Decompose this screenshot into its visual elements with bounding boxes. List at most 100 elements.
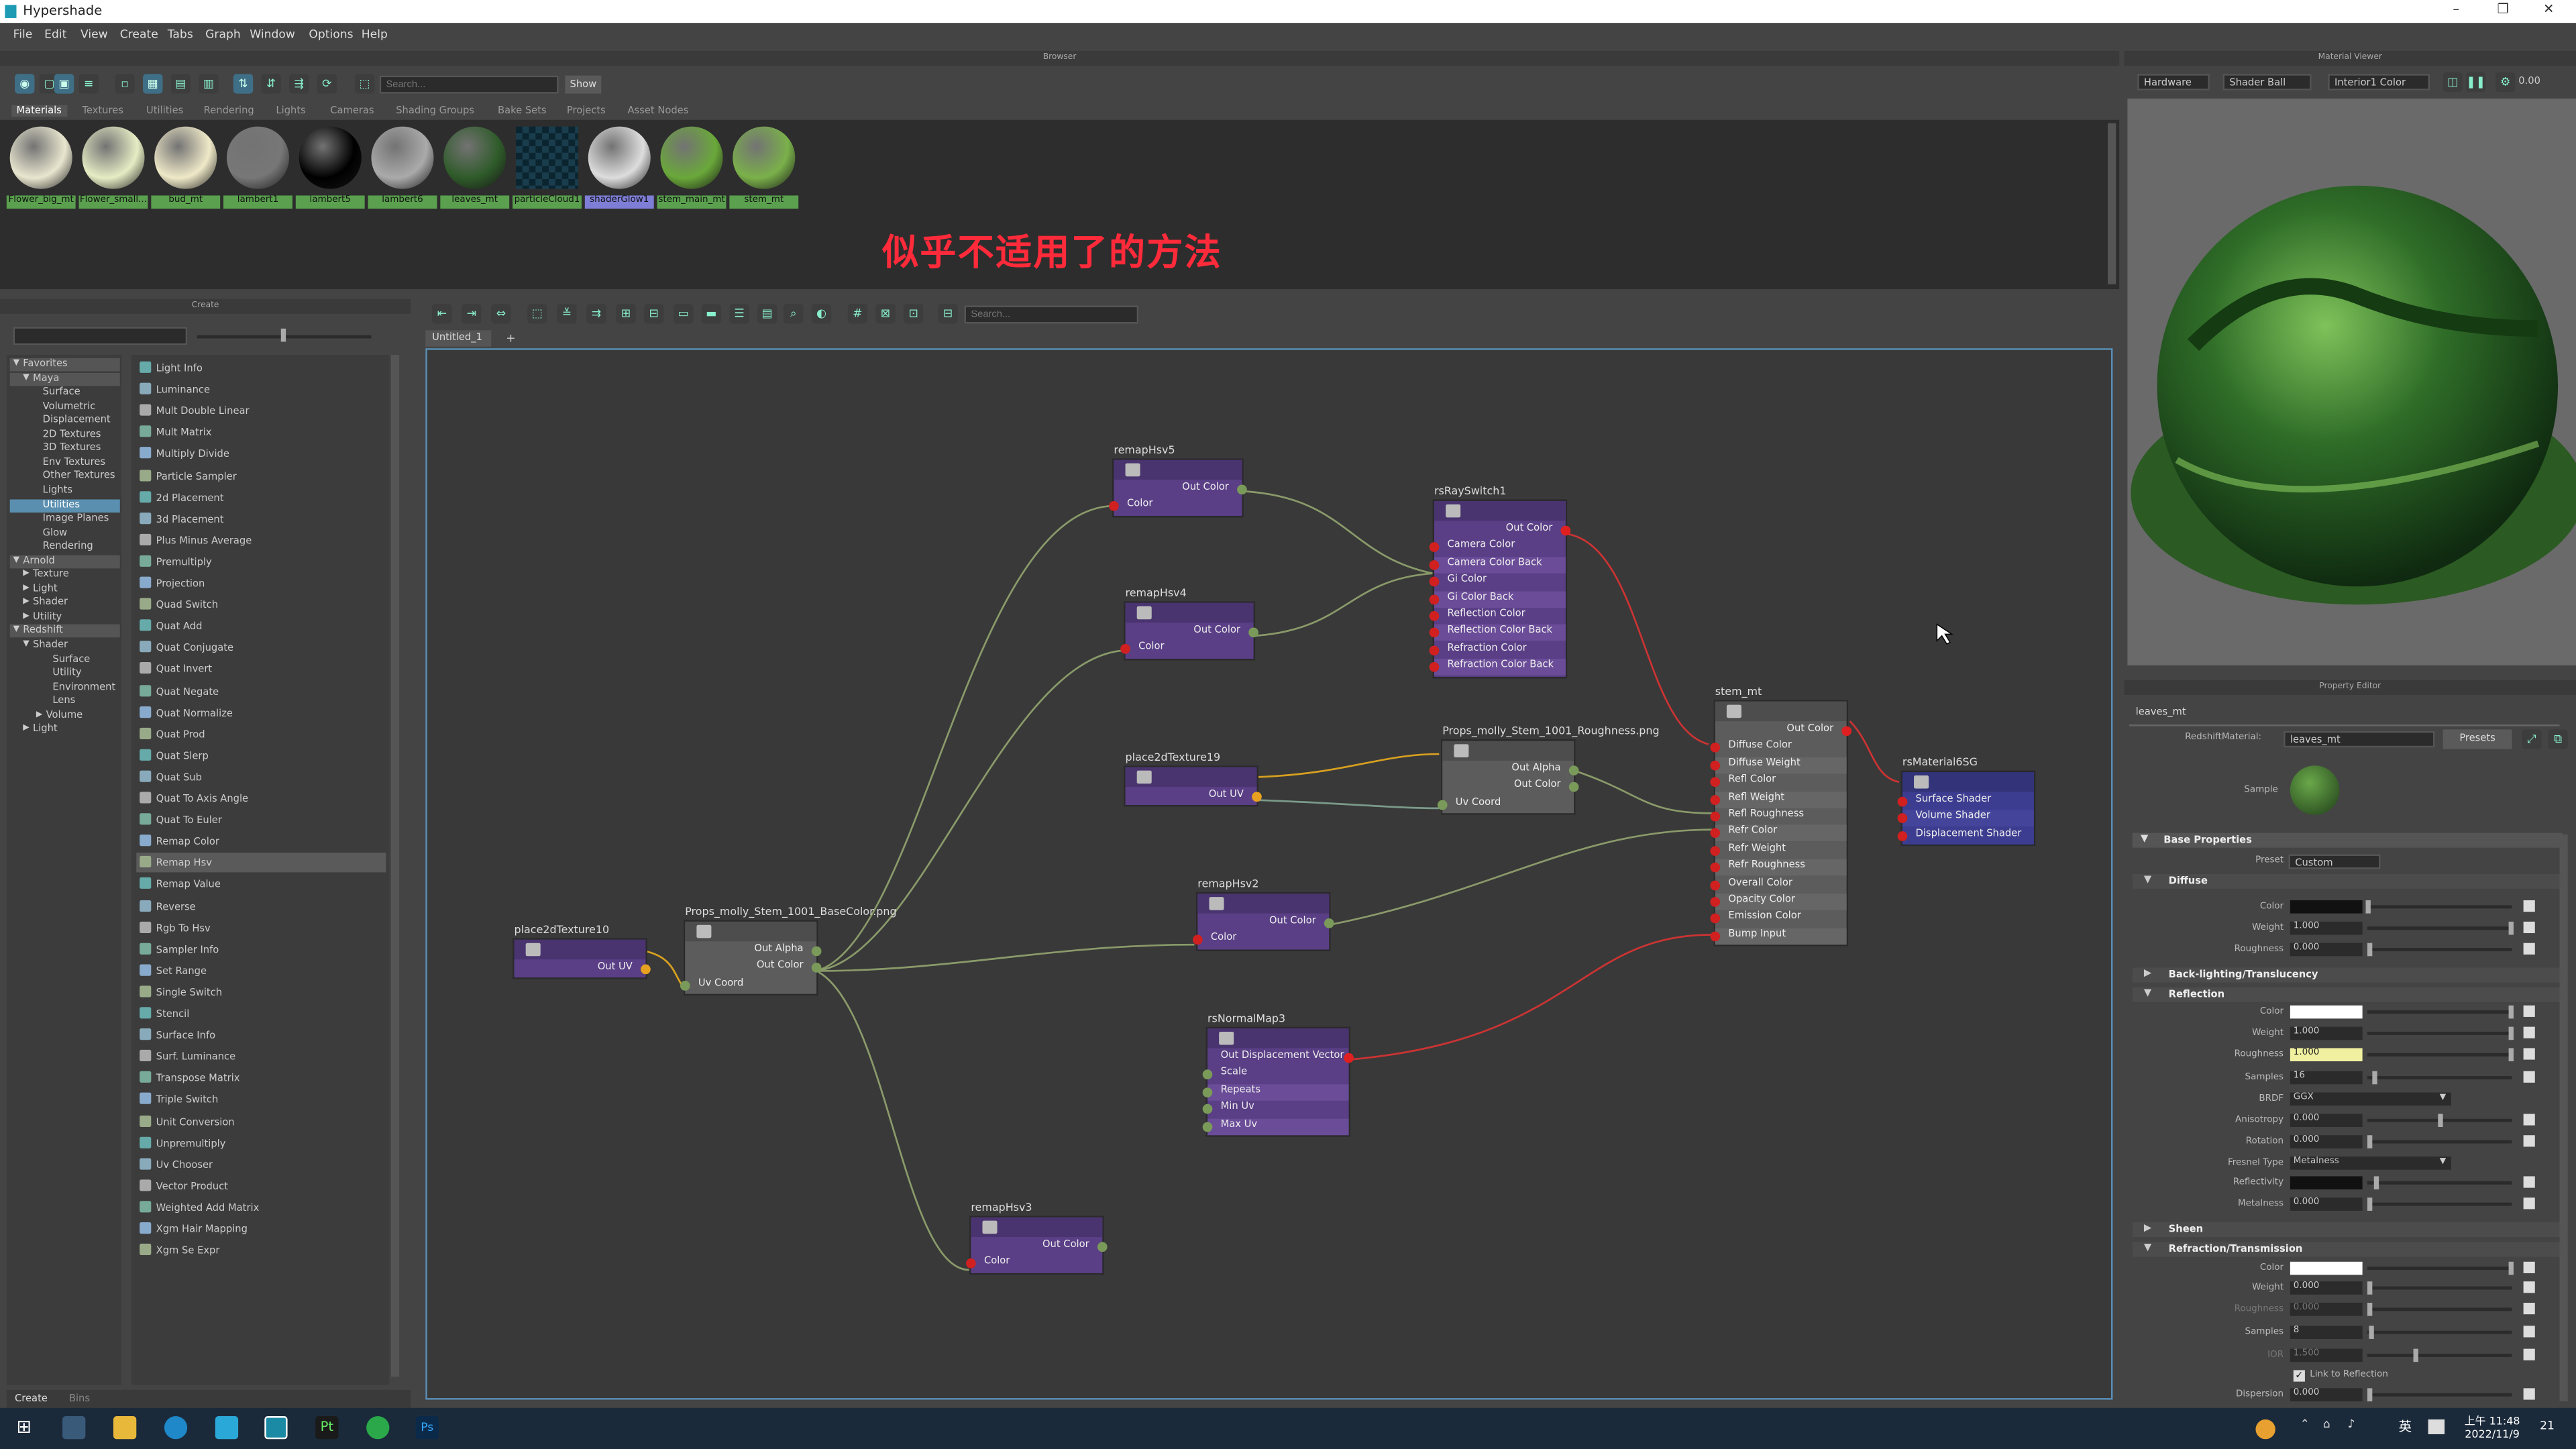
property-slider[interactable]: [2367, 1031, 2512, 1035]
numeric-field[interactable]: 0.000: [2290, 1303, 2363, 1316]
tree-item[interactable]: ▶ Light: [10, 723, 120, 737]
node-header[interactable]: [1197, 894, 1330, 914]
link-to-reflection-checkbox[interactable]: ✓: [2293, 1370, 2305, 1382]
menu-view[interactable]: View: [80, 28, 108, 42]
property-slider[interactable]: [2367, 1053, 2512, 1057]
menu-create[interactable]: Create: [120, 28, 158, 42]
node-rsrayswitch1[interactable]: rsRaySwitch1 Out Color Camera Color Camera …: [1429, 484, 1571, 678]
windows-start-icon[interactable]: ⊞: [16, 1417, 36, 1437]
node-input-label[interactable]: Refraction Color: [1434, 642, 1566, 658]
tree-arrow-icon[interactable]: ▼: [23, 372, 29, 382]
node-header[interactable]: [514, 939, 646, 960]
map-button-icon[interactable]: [2523, 1326, 2535, 1338]
create-list-scrollbar[interactable]: [390, 354, 400, 1377]
tray-chevron-icon[interactable]: ⌃: [2300, 1417, 2310, 1431]
create-node-item[interactable]: Premultiply: [136, 552, 386, 572]
input-port[interactable]: [1202, 1087, 1213, 1097]
input-port[interactable]: [1710, 931, 1721, 941]
output-port[interactable]: [1248, 627, 1258, 638]
property-slider[interactable]: [2367, 1393, 2512, 1397]
sort-time-icon[interactable]: ⇶: [289, 74, 309, 94]
node-input-label[interactable]: Bump Input: [1715, 928, 1847, 945]
create-node-item[interactable]: Light Info: [136, 358, 386, 378]
tree-item[interactable]: ▶ Shader: [10, 597, 120, 610]
menu-tabs[interactable]: Tabs: [168, 28, 193, 42]
output-port[interactable]: [1324, 918, 1334, 928]
output-port[interactable]: [1237, 484, 1247, 495]
property-slider[interactable]: [2367, 1286, 2512, 1290]
create-node-item[interactable]: Surf. Luminance: [136, 1046, 386, 1066]
output-port[interactable]: [1560, 525, 1571, 536]
property-tab[interactable]: leaves_mt: [2136, 706, 2186, 718]
node-stem_mt[interactable]: stem_mt Out Color Diffuse Color Diffuse Wei…: [1710, 685, 1851, 947]
input-port[interactable]: [1429, 611, 1440, 621]
tree-item[interactable]: ▶ Volume: [10, 709, 120, 722]
tree-item[interactable]: ▶ Texture: [10, 569, 120, 582]
numeric-field[interactable]: 0.000: [2290, 943, 2363, 957]
numeric-field[interactable]: 0.000: [2290, 1281, 2363, 1295]
node-place2dtexture19[interactable]: place2dTexture19 Out UV: [1124, 751, 1262, 808]
connected-mode-icon[interactable]: ▬: [701, 304, 722, 324]
input-port[interactable]: [1710, 879, 1721, 890]
menu-edit[interactable]: Edit: [44, 28, 66, 42]
graph-settings-icon[interactable]: ⊟: [938, 304, 958, 324]
create-node-item[interactable]: Mult Matrix: [136, 423, 386, 442]
slider-knob[interactable]: [2367, 1135, 2373, 1148]
node-output-label[interactable]: Out Color: [1715, 723, 1847, 739]
node-input-label[interactable]: Reflection Color: [1434, 608, 1566, 624]
node-basecolor[interactable]: Props_molly_Stem_1001_BaseColor.png Out A…: [680, 905, 897, 996]
tab-lights[interactable]: Lights: [276, 105, 305, 117]
input-port[interactable]: [1710, 794, 1721, 805]
tree-item[interactable]: ▼ Arnold: [9, 554, 120, 568]
node-header[interactable]: [1434, 500, 1566, 521]
node-input-label[interactable]: Max Uv: [1208, 1118, 1349, 1135]
property-slider[interactable]: [2367, 1307, 2512, 1311]
node-input-label[interactable]: Overall Color: [1715, 877, 1847, 893]
map-button-icon[interactable]: [2523, 943, 2535, 955]
input-port[interactable]: [1437, 800, 1448, 810]
swatch-size-knob[interactable]: [280, 328, 286, 342]
property-section-bar[interactable]: ▶ Sheen: [2132, 1222, 2563, 1238]
close-icon[interactable]: ✕: [2543, 1, 2554, 16]
slider-knob[interactable]: [2413, 1348, 2418, 1362]
node-input-label[interactable]: Gi Color Back: [1434, 590, 1566, 608]
node-input-label[interactable]: Surface Shader: [1902, 793, 2034, 810]
tree-item[interactable]: Glow: [10, 527, 120, 540]
create-node-item[interactable]: Mult Double Linear: [136, 401, 386, 421]
output-port[interactable]: [1841, 726, 1851, 737]
node-input-label[interactable]: Emission Color: [1715, 911, 1847, 927]
node-input-label[interactable]: Refr Weight: [1715, 843, 1847, 859]
map-button-icon[interactable]: [2523, 1026, 2535, 1038]
minimize-icon[interactable]: –: [2453, 1, 2459, 16]
tab-textures[interactable]: Textures: [82, 105, 123, 117]
property-slider[interactable]: [2367, 1010, 2512, 1014]
copy-tab-icon[interactable]: ⧉: [2548, 729, 2568, 749]
node-header[interactable]: [1902, 772, 2034, 792]
create-node-item[interactable]: Weighted Add Matrix: [136, 1197, 386, 1217]
show-button[interactable]: Show: [565, 75, 602, 94]
node-input-label[interactable]: Color: [1197, 932, 1329, 949]
create-node-item[interactable]: Quad Switch: [136, 595, 386, 614]
property-slider[interactable]: [2367, 905, 2512, 909]
property-slider[interactable]: [2367, 948, 2512, 951]
file-explorer-icon[interactable]: [113, 1416, 137, 1440]
photoshop-icon[interactable]: Ps: [415, 1416, 439, 1440]
tree-item[interactable]: Rendering: [10, 541, 120, 554]
tree-item[interactable]: Surface: [10, 386, 120, 400]
node-remaphsv5[interactable]: remapHsv5 Out Color Color: [1109, 443, 1247, 517]
tab-rendering[interactable]: Rendering: [204, 105, 254, 117]
create-node-item[interactable]: Quat Slerp: [136, 745, 386, 765]
create-node-item[interactable]: Quat Prod: [136, 724, 386, 743]
tree-item[interactable]: ▶ Utility: [10, 611, 120, 625]
map-button-icon[interactable]: [2523, 1261, 2535, 1273]
notification-badge[interactable]: 21: [2540, 1419, 2555, 1433]
large-icons-icon[interactable]: ▣: [54, 74, 74, 94]
map-button-icon[interactable]: [2523, 1135, 2535, 1147]
full-mode-icon[interactable]: ☰: [729, 304, 749, 324]
menu-window[interactable]: Window: [250, 28, 295, 42]
create-node-item[interactable]: 2d Placement: [136, 487, 386, 506]
grid-icon[interactable]: #: [847, 304, 868, 324]
filter-icon[interactable]: ⬚: [354, 74, 375, 94]
create-node-item[interactable]: Quat Invert: [136, 659, 386, 679]
node-input-label[interactable]: Repeats: [1208, 1083, 1349, 1101]
